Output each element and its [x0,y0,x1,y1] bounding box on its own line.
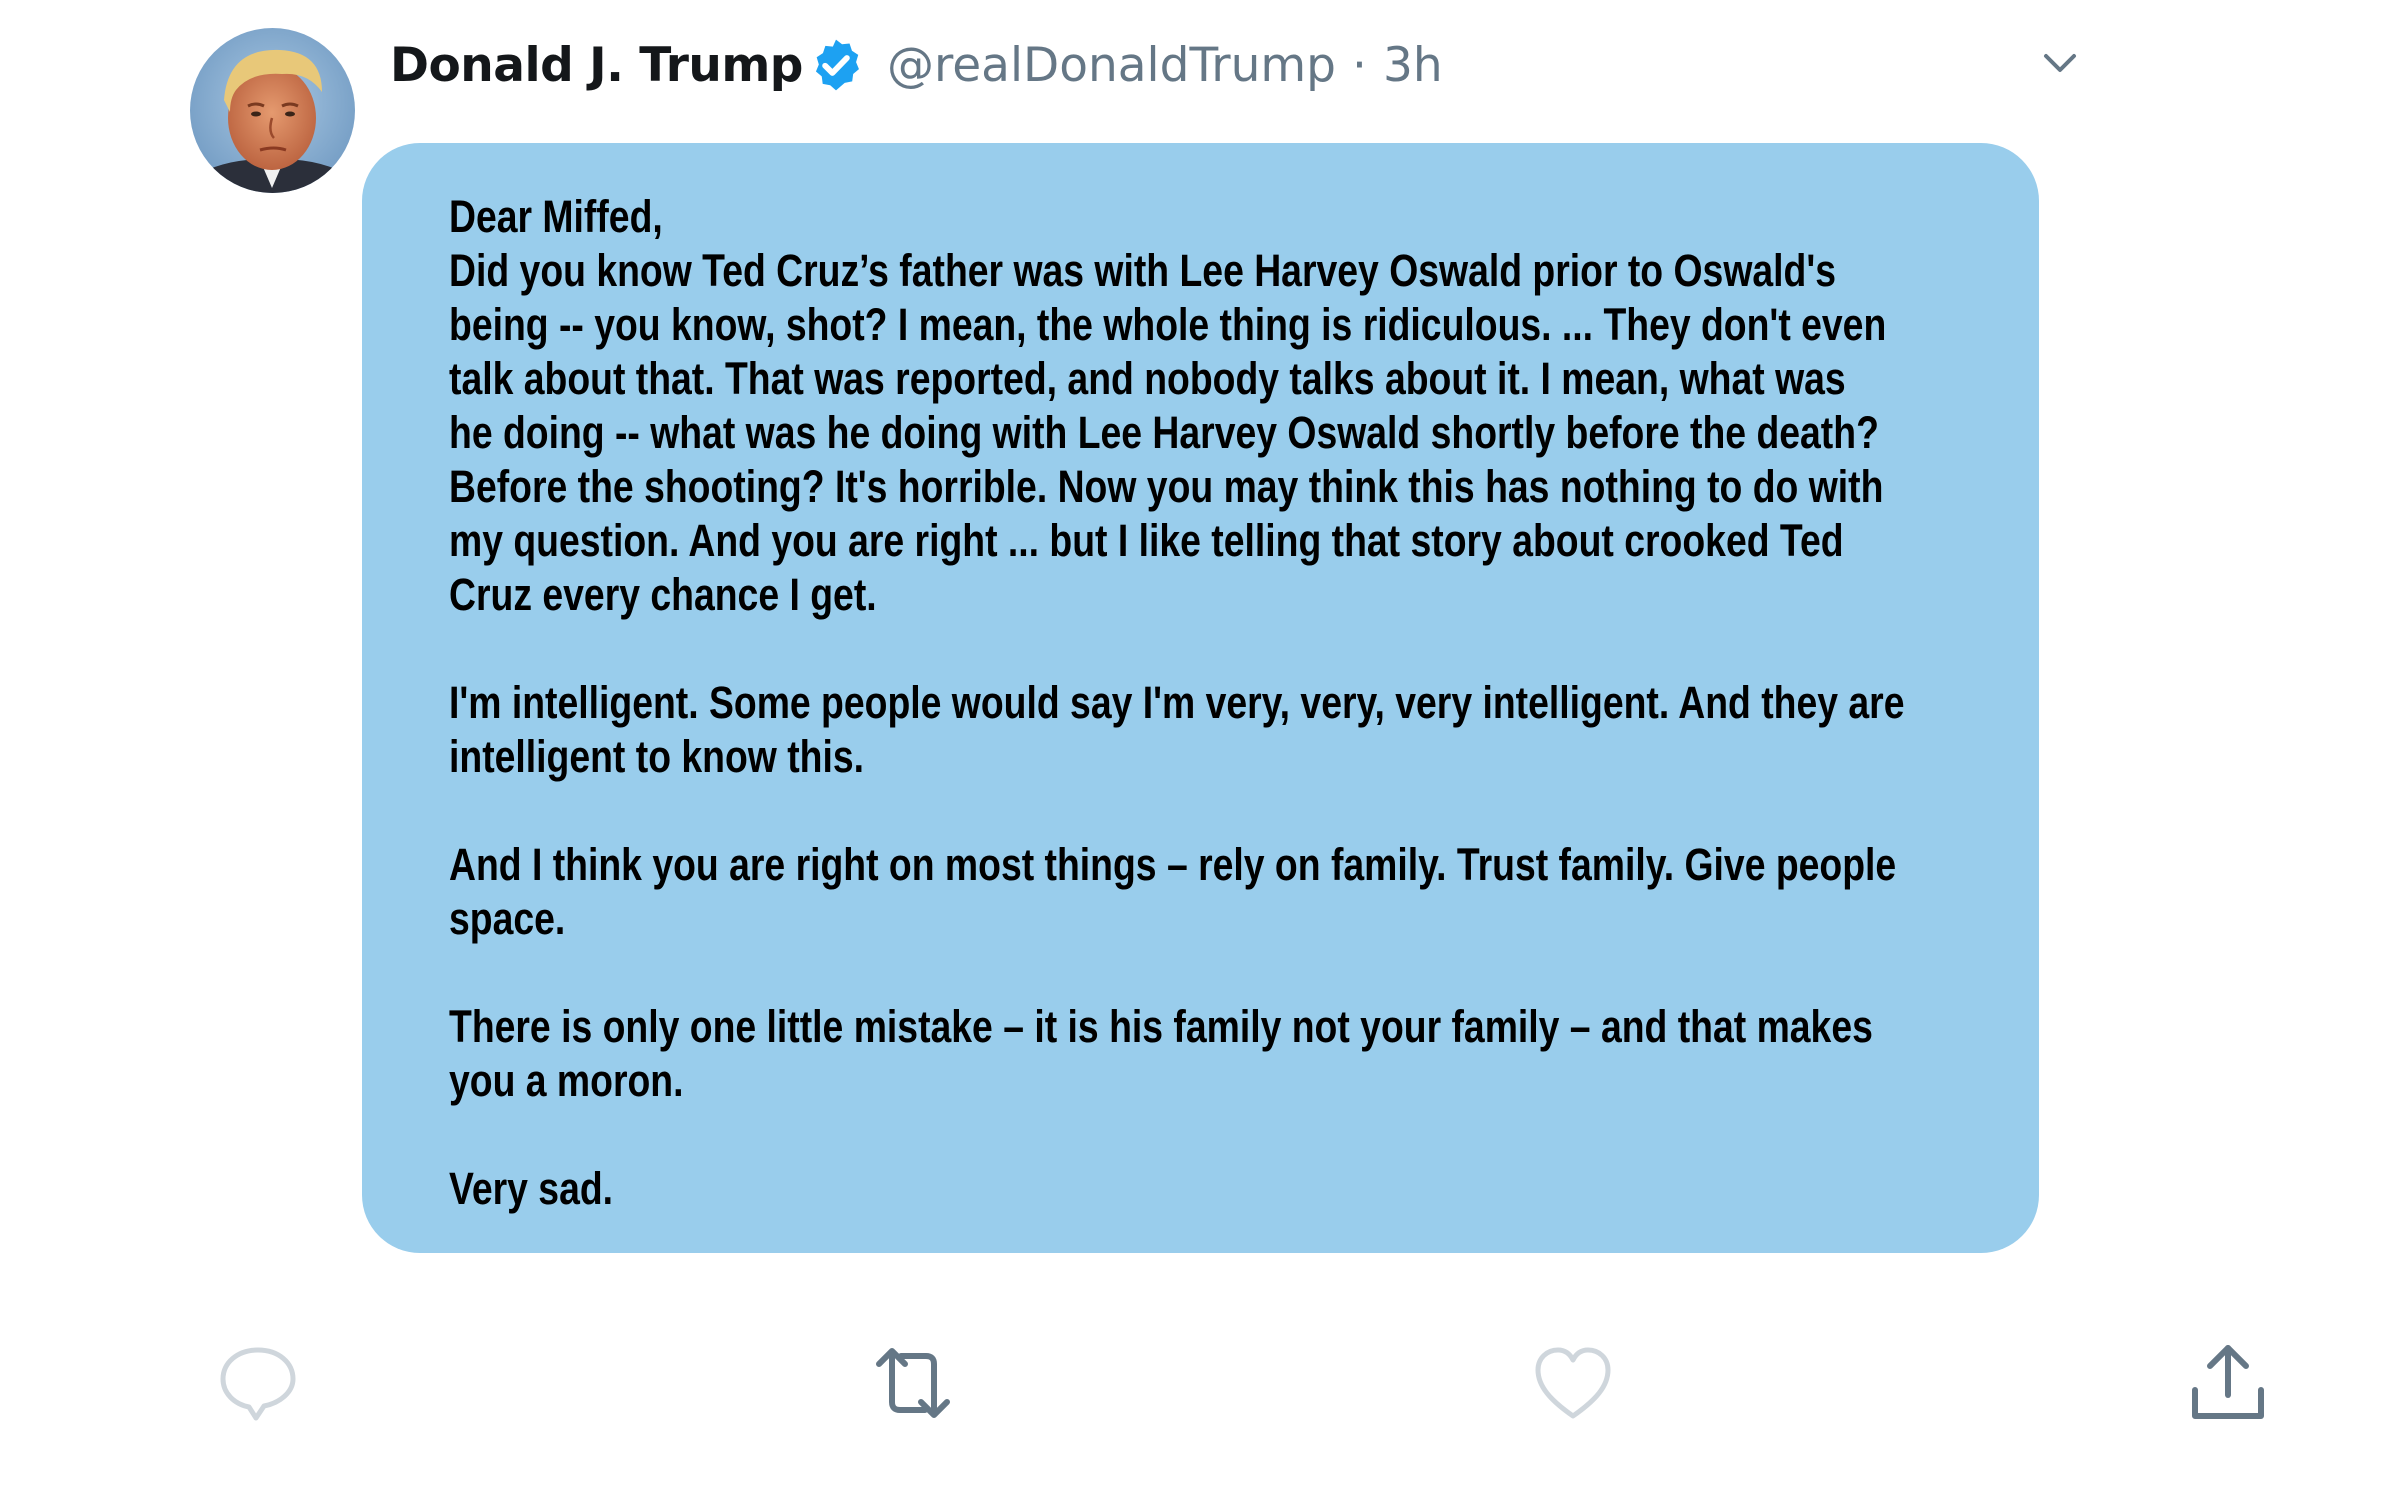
share-button[interactable] [2185,1340,2271,1426]
tweet-text: Dear Miffed, Did you know Ted Cruz’s fath… [449,190,1905,1216]
tweet-line: you a moron. [449,1055,684,1106]
verified-badge-icon [807,36,865,94]
share-icon [2192,1345,2264,1419]
tweet-header: Donald J. Trump @realDonaldTrump · 3h [390,30,1443,100]
heart-icon [1535,1347,1611,1419]
tweet-paragraph: And I think you are right on most things… [449,838,1897,946]
tweet-line: my question. And you are right ... but I… [449,515,1844,566]
reply-icon [220,1347,296,1421]
tweet-paragraph: I'm intelligent. Some people would say I… [449,676,1905,784]
retweet-button[interactable] [865,1340,961,1426]
tweet-line: talk about that. That was reported, and … [449,353,1846,404]
tweet-paragraph: There is only one little mistake – it is… [449,1000,1873,1108]
tweet-line: space. [449,893,566,944]
like-button[interactable] [1530,1340,1616,1426]
tweet-line: I'm intelligent. Some people would say I… [449,677,1905,728]
display-name[interactable]: Donald J. Trump [390,38,803,93]
tweet-paragraph: Dear Miffed, Did you know Ted Cruz’s fath… [449,190,1887,622]
tweet-line: There is only one little mistake – it is… [449,1001,1873,1052]
timestamp[interactable]: 3h [1383,38,1443,93]
tweet-line: Before the shooting? It's horrible. Now … [449,461,1884,512]
tweet-line: being -- you know, shot? I mean, the who… [449,299,1887,350]
avatar-portrait [190,28,355,193]
tweet-line: he doing -- what was he doing with Lee H… [449,407,1879,458]
tweet-paragraph: Very sad. [449,1162,1769,1216]
reply-button[interactable] [215,1340,301,1426]
tweet-line: intelligent to know this. [449,731,864,782]
chevron-down-icon[interactable] [2038,40,2082,84]
retweet-icon [876,1348,950,1418]
user-handle[interactable]: @realDonaldTrump [887,38,1336,93]
separator-dot: · [1351,37,1367,93]
avatar[interactable] [190,28,355,193]
tweet-line: Dear Miffed, [449,191,663,242]
tweet-line: Very sad. [449,1163,614,1214]
tweet-line: Did you know Ted Cruz’s father was with … [449,245,1836,296]
tweet-line: And I think you are right on most things… [449,839,1897,890]
tweet-line: Cruz every chance I get. [449,569,877,620]
